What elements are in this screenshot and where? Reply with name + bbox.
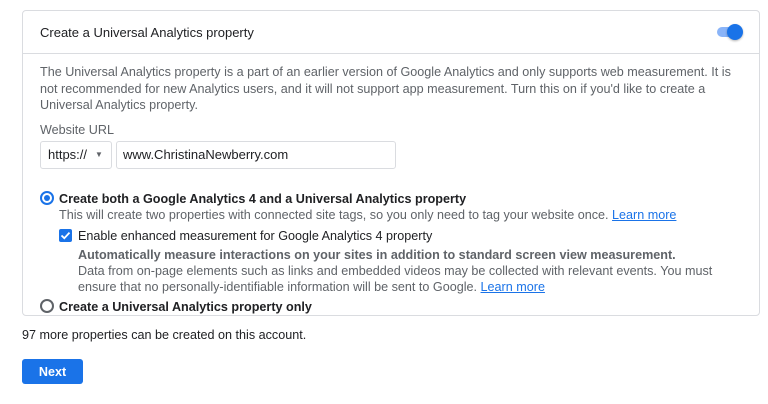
protocol-select[interactable]: https:// ▼ [40,140,112,169]
next-button[interactable]: Next [22,359,83,384]
website-url-row: https:// ▼ www.ChristinaNewberry.com [40,140,743,169]
enhanced-measurement-label[interactable]: Enable enhanced measurement for Google A… [78,228,743,244]
card-header: Create a Universal Analytics property [23,11,759,54]
ua-property-toggle[interactable] [715,24,743,40]
radio-create-both[interactable] [40,190,54,205]
enhanced-measurement-checkbox[interactable] [59,228,72,242]
properties-remaining-text: 97 more properties can be created on thi… [22,328,307,342]
ua-description: The Universal Analytics property is a pa… [40,65,731,112]
card-body: The Universal Analytics property is a pa… [23,54,759,315]
enhanced-measurement-description-text: Data from on-page elements such as links… [78,263,713,294]
toggle-knob [727,24,743,40]
protocol-value: https:// [48,147,88,162]
option-create-both-subtitle: This will create two properties with con… [59,207,743,223]
website-url-value: www.ChristinaNewberry.com [123,147,289,162]
radio-ua-only[interactable] [40,298,54,313]
chevron-down-icon: ▼ [95,150,103,159]
option-ua-only-title[interactable]: Create a Universal Analytics property on… [59,299,743,315]
website-url-label: Website URL [40,122,114,137]
enhanced-measurement-description: Data from on-page elements such as links… [78,263,743,295]
option-create-both: Create both a Google Analytics 4 and a U… [40,190,743,295]
card-title: Create a Universal Analytics property [40,24,254,40]
ua-property-card: Create a Universal Analytics property Th… [22,10,760,316]
checkmark-icon [60,231,71,239]
website-url-input[interactable]: www.ChristinaNewberry.com [116,140,396,169]
enhanced-measurement-row: Enable enhanced measurement for Google A… [59,228,743,295]
option-ua-only: Create a Universal Analytics property on… [40,298,743,315]
learn-more-link[interactable]: Learn more [612,208,676,222]
option-create-both-subtitle-text: This will create two properties with con… [59,207,609,222]
enhanced-learn-more-link[interactable]: Learn more [481,280,545,294]
enhanced-measurement-bold-text: Automatically measure interactions on yo… [78,247,676,262]
option-create-both-title[interactable]: Create both a Google Analytics 4 and a U… [59,191,743,207]
